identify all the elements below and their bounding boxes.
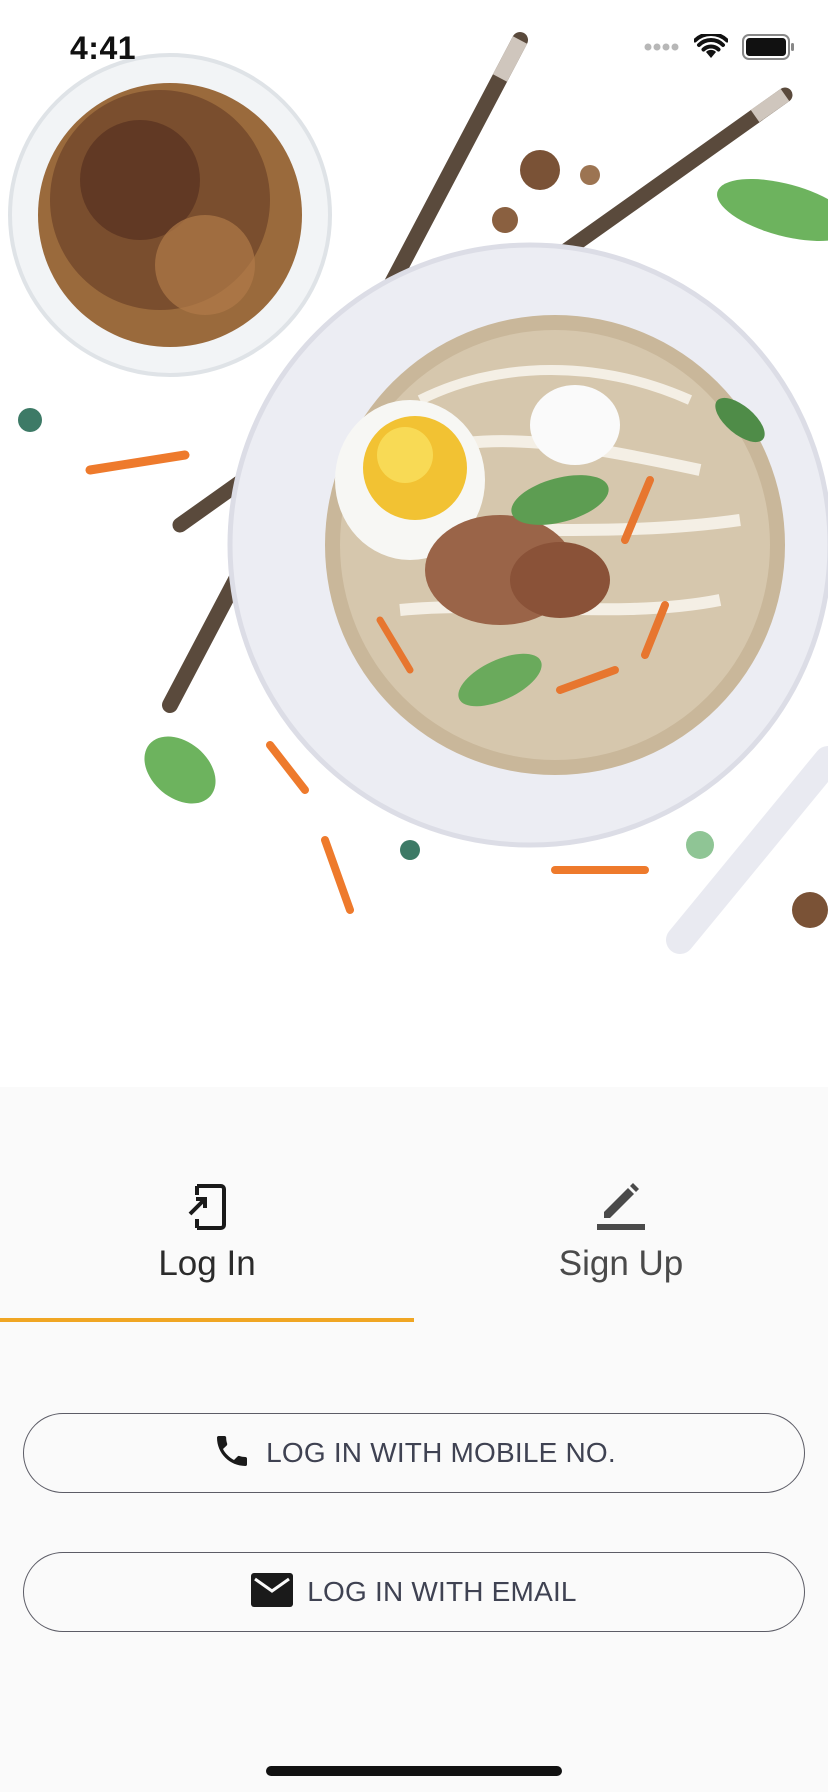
- auth-tabs: Log In Sign Up: [0, 1180, 828, 1325]
- active-tab-indicator: [0, 1318, 414, 1322]
- login-phone-icon: [180, 1180, 234, 1234]
- tab-log-in-label: Log In: [158, 1244, 256, 1283]
- status-time: 4:41: [70, 30, 137, 66]
- login-mobile-label: LOG IN WITH MOBILE NO.: [266, 1437, 616, 1468]
- login-email-label: LOG IN WITH EMAIL: [307, 1576, 577, 1607]
- wifi-icon: [693, 32, 729, 65]
- noodle-bowl-illustration: [227, 242, 828, 848]
- hero-illustration: [0, 0, 828, 1087]
- signal-icon: [644, 40, 680, 59]
- phone-icon: [212, 1431, 252, 1476]
- tab-sign-up-label: Sign Up: [558, 1244, 684, 1283]
- tab-sign-up[interactable]: Sign Up: [414, 1180, 828, 1325]
- battery-icon: [742, 34, 796, 65]
- mail-icon: [251, 1572, 294, 1612]
- login-mobile-button[interactable]: LOG IN WITH MOBILE NO.: [23, 1413, 805, 1493]
- status-icons: [644, 32, 796, 65]
- status-bar: 4:41: [0, 0, 828, 100]
- tab-log-in[interactable]: Log In: [0, 1180, 414, 1325]
- login-email-button[interactable]: LOG IN WITH EMAIL: [23, 1552, 805, 1632]
- edit-pencil-icon: [594, 1180, 648, 1234]
- sauce-dish-illustration: [8, 53, 332, 377]
- home-indicator: [266, 1766, 562, 1776]
